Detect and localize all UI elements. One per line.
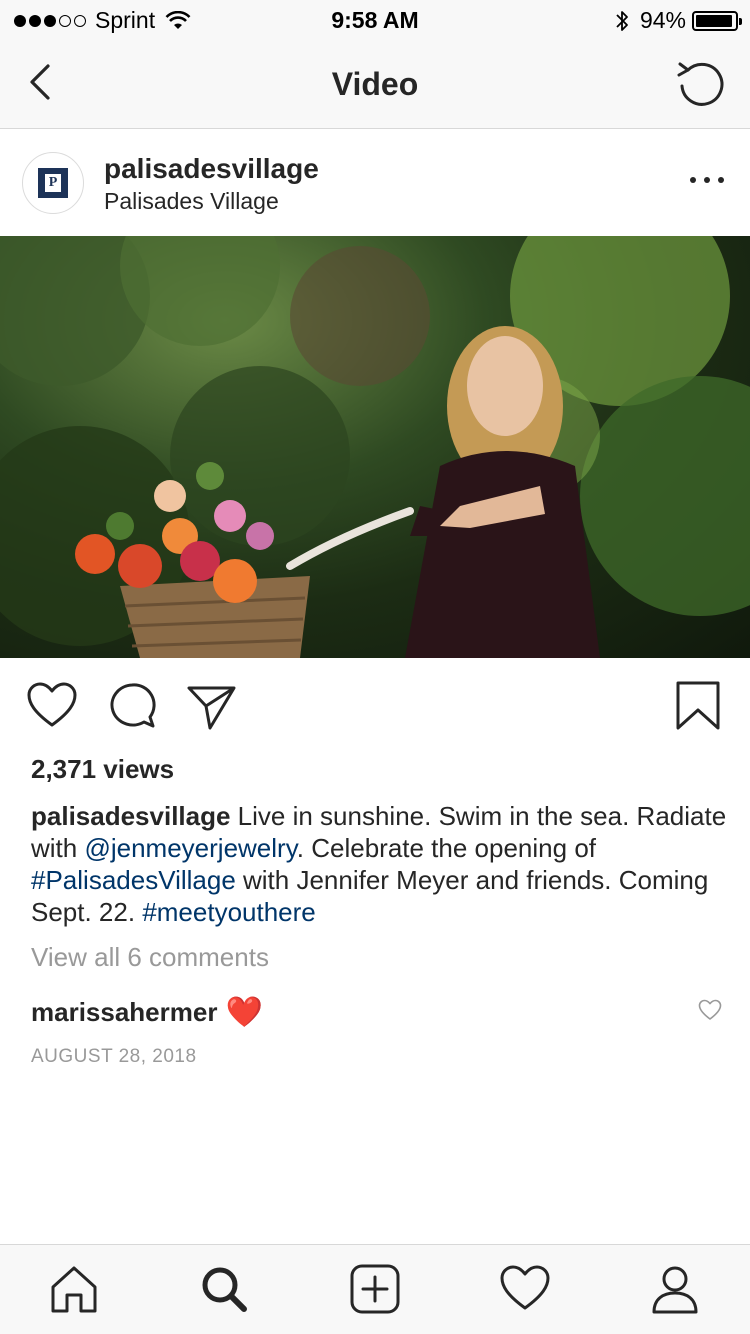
comment-text: ❤️	[225, 996, 263, 1029]
bluetooth-icon	[616, 10, 628, 31]
tab-profile[interactable]	[649, 1263, 701, 1315]
video-frame-image	[0, 236, 750, 658]
add-post-icon	[350, 1264, 400, 1314]
comment-button[interactable]	[106, 680, 158, 732]
caption-mention-link[interactable]: @jenmeyerjewelry	[84, 833, 296, 863]
battery-tip	[739, 17, 742, 25]
battery-fill	[696, 14, 732, 27]
post-actions	[0, 658, 750, 754]
tab-activity[interactable]	[499, 1263, 551, 1315]
nav-bar: Video	[0, 40, 750, 129]
post-date: AUGUST 28, 2018	[31, 1046, 197, 1067]
avatar-letter: P	[45, 174, 61, 192]
caption-username[interactable]: palisadesvillage	[31, 801, 230, 831]
tab-search[interactable]	[198, 1263, 250, 1315]
caption-hashtag-link[interactable]: #PalisadesVillage	[31, 865, 236, 895]
bookmark-icon	[676, 681, 720, 730]
views-count[interactable]: 2,371 views	[31, 754, 174, 785]
comment-username[interactable]: marissahermer	[31, 997, 217, 1028]
profile-icon	[652, 1266, 698, 1314]
home-icon	[51, 1266, 97, 1313]
replay-button[interactable]	[674, 58, 728, 110]
tab-new-post[interactable]	[349, 1263, 401, 1315]
replay-icon	[677, 62, 724, 106]
more-dot	[690, 177, 696, 183]
more-options-button[interactable]	[690, 172, 724, 188]
tab-home[interactable]	[48, 1263, 100, 1315]
view-all-comments-link[interactable]: View all 6 comments	[31, 942, 269, 973]
post-caption: palisadesvillage Live in sunshine. Swim …	[31, 800, 731, 928]
comment-like-button[interactable]	[698, 999, 722, 1021]
battery-percent: 94%	[639, 7, 686, 33]
tab-bar	[0, 1244, 750, 1334]
post-username[interactable]: palisadesvillage	[104, 153, 319, 185]
avatar[interactable]: P	[22, 152, 84, 214]
more-dot	[718, 177, 724, 183]
status-bar: Sprint 9:58 AM 94%	[0, 0, 750, 40]
post-video[interactable]	[0, 236, 750, 658]
activity-heart-icon	[500, 1265, 550, 1310]
comment-row: marissahermer ❤️	[31, 995, 263, 1030]
paper-plane-icon	[187, 686, 236, 730]
heart-icon	[27, 682, 77, 727]
caption-text: . Celebrate the opening of	[296, 833, 596, 863]
save-button[interactable]	[672, 680, 724, 732]
page-title: Video	[331, 66, 419, 102]
avatar-logo: P	[38, 168, 68, 198]
heart-icon	[698, 999, 722, 1020]
battery-icon	[692, 10, 742, 31]
search-icon	[202, 1267, 247, 1312]
post-header: P palisadesvillage Palisades Village	[0, 130, 750, 236]
caption-hashtag-link[interactable]: #meetyouthere	[142, 897, 315, 927]
comment-icon	[110, 683, 156, 728]
share-button[interactable]	[186, 680, 238, 732]
post-location[interactable]: Palisades Village	[104, 188, 279, 215]
more-dot	[704, 177, 710, 183]
like-button[interactable]	[26, 680, 78, 732]
battery-status: 94%	[614, 7, 742, 34]
